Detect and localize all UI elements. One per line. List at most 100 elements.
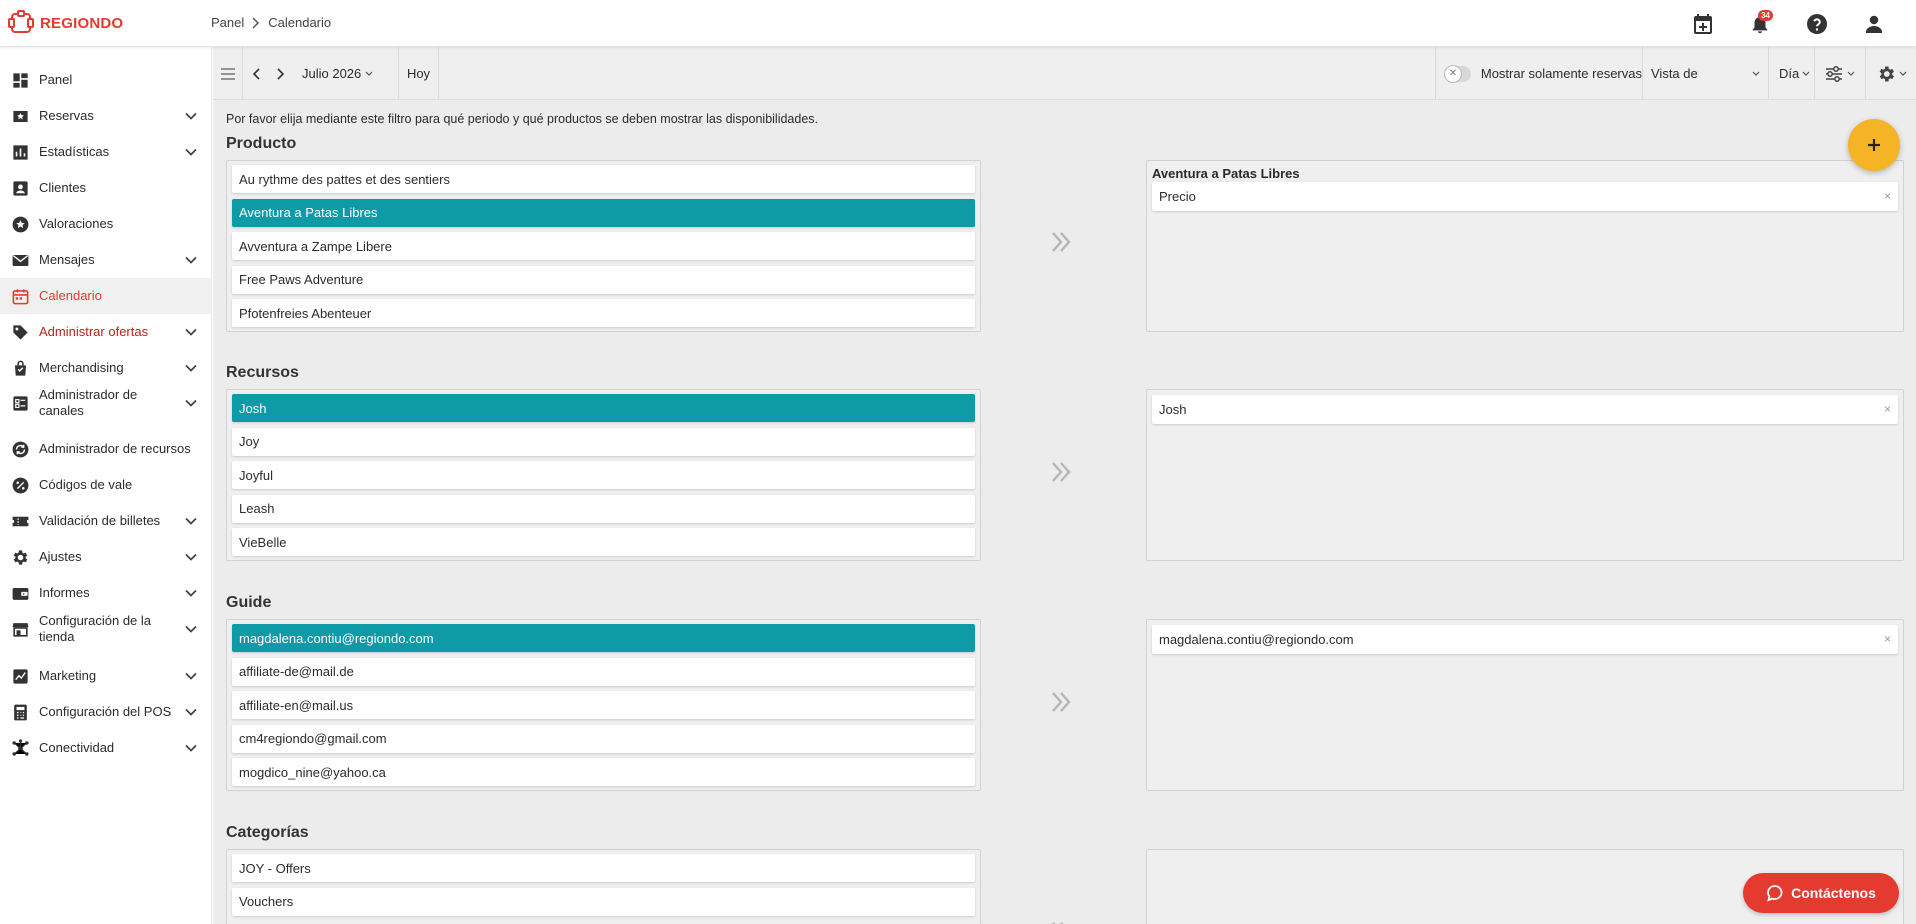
list-item[interactable]: mogdico_nine@yahoo.ca — [232, 758, 975, 786]
recursos-available-list: Josh Joy Joyful Leash VieBelle — [226, 389, 981, 561]
user-icon — [1866, 15, 1882, 33]
user-account-button[interactable] — [1860, 10, 1888, 38]
sidebar-item-estadísticas[interactable]: Estadísticas — [0, 134, 212, 170]
remove-icon[interactable]: × — [1884, 189, 1891, 203]
remove-icon[interactable]: × — [1884, 402, 1891, 416]
sidebar-item-configuración-del-pos[interactable]: Configuración del POS — [0, 694, 212, 730]
calendar-settings-button[interactable] — [1866, 47, 1916, 100]
list-item[interactable]: cm4regiondo@gmail.com — [232, 724, 975, 753]
chevron-down-icon[interactable] — [182, 251, 200, 269]
remove-icon[interactable]: × — [1884, 632, 1891, 646]
mail-icon — [10, 250, 30, 270]
contact-button[interactable]: Contáctenos — [1743, 873, 1899, 913]
sidebar-item-label: Configuración de la tienda — [39, 613, 152, 644]
sidebar-item-panel[interactable]: Panel — [0, 62, 212, 98]
next-month-button[interactable] — [270, 47, 292, 100]
list-item[interactable]: Avventura a Zampe Libere — [232, 232, 975, 260]
sidebar-item-label: Reservas — [39, 108, 94, 123]
chevron-down-icon — [1847, 71, 1855, 76]
chevron-down-icon[interactable] — [182, 107, 200, 125]
day-selector[interactable]: Día — [1769, 47, 1815, 100]
sidebar-item-valoraciones[interactable]: Valoraciones — [0, 206, 212, 242]
add-fab-button[interactable] — [1848, 119, 1900, 171]
section-title-guide: Guide — [226, 594, 272, 611]
list-item[interactable]: magdalena.contiu@regiondo.com — [232, 624, 975, 652]
only-bookings-toggle[interactable]: ✕ Mostrar solamente reservas — [1435, 47, 1643, 100]
sidebar-item-informes[interactable]: Informes — [0, 575, 212, 611]
sidebar-item-administrador-de-canales[interactable]: Administrador de canales — [0, 381, 212, 425]
sidebar-item-reservas[interactable]: Reservas — [0, 98, 212, 134]
breadcrumb-root[interactable]: Panel — [211, 15, 244, 30]
list-item[interactable]: Joy — [232, 427, 975, 456]
list-item[interactable]: affiliate-de@mail.de — [232, 657, 975, 686]
chevron-down-icon[interactable] — [182, 703, 200, 721]
list-item[interactable]: Vouchers — [232, 887, 975, 916]
sidebar-item-códigos-de-vale[interactable]: Códigos de vale — [0, 467, 212, 503]
section-title-categorias: Categorías — [226, 824, 309, 841]
sidebar-item-administrador-de-recursos[interactable]: Administrador de recursos — [0, 431, 212, 467]
double-chevron-right-icon[interactable] — [1048, 229, 1074, 255]
sidebar-item-administrar-ofertas[interactable]: Administrar ofertas — [0, 314, 212, 350]
chevron-down-icon[interactable] — [182, 620, 200, 638]
sidebar-item-clientes[interactable]: Clientes — [0, 170, 212, 206]
list-item[interactable]: Au rythme des pattes et des sentiers — [232, 165, 975, 193]
breadcrumb: Panel Calendario — [211, 15, 331, 30]
selected-item-label: Precio — [1159, 189, 1196, 204]
list-item[interactable]: affiliate-en@mail.us — [232, 691, 975, 719]
menu-toggle-button[interactable] — [213, 47, 243, 100]
prev-month-button[interactable] — [243, 47, 270, 100]
selected-item[interactable]: Precio × — [1152, 182, 1898, 211]
breadcrumb-current: Calendario — [268, 15, 332, 30]
selected-item[interactable]: Josh × — [1152, 395, 1898, 424]
main-content: Julio 2026 Hoy ✕ Mostrar solamente reser… — [213, 47, 1916, 924]
help-button[interactable] — [1803, 10, 1831, 38]
gear-icon — [1879, 66, 1894, 81]
store-icon — [10, 619, 30, 639]
sidebar-item-label: Administrador de recursos — [39, 441, 191, 456]
today-button[interactable]: Hoy — [399, 47, 439, 100]
view-selector[interactable]: Vista de — [1643, 47, 1769, 100]
sidebar-item-marketing[interactable]: Marketing — [0, 658, 212, 694]
month-label: Julio 2026 — [302, 66, 362, 81]
notifications-button[interactable]: 34 — [1746, 10, 1774, 38]
sidebar-item-mensajes[interactable]: Mensajes — [0, 242, 212, 278]
chevron-down-icon[interactable] — [182, 548, 200, 566]
add-calendar-button[interactable] — [1689, 10, 1717, 38]
calendar-add-icon — [1694, 14, 1712, 34]
calendar-icon — [10, 286, 30, 306]
list-item[interactable]: JOY - Offers — [232, 854, 975, 882]
network-icon — [10, 738, 30, 758]
chevron-left-icon — [252, 67, 260, 80]
sidebar-item-conectividad[interactable]: Conectividad — [0, 730, 212, 766]
chevron-down-icon[interactable] — [182, 584, 200, 602]
sidebar-item-configuración-de-la-tienda[interactable]: Configuración de la tienda — [0, 607, 212, 651]
chevron-down-icon[interactable] — [182, 739, 200, 757]
selected-group-header: Aventura a Patas Libres — [1152, 166, 1300, 181]
list-item[interactable]: Aventura a Patas Libres — [232, 198, 975, 227]
list-item[interactable]: Leash — [232, 494, 975, 523]
double-chevron-right-icon[interactable] — [1048, 919, 1074, 924]
filter-settings-button[interactable] — [1815, 47, 1866, 100]
list-item[interactable]: Free Paws Adventure — [232, 265, 975, 294]
list-item[interactable]: VieBelle — [232, 528, 975, 556]
dashboard-icon — [10, 70, 30, 90]
list-item[interactable]: Josh — [232, 394, 975, 422]
list-item[interactable]: Pfotenfreies Abenteuer — [232, 299, 975, 327]
double-chevron-right-icon[interactable] — [1048, 689, 1074, 715]
chevron-down-icon[interactable] — [182, 512, 200, 530]
chevron-down-icon[interactable] — [182, 394, 200, 412]
chevron-down-icon[interactable] — [182, 359, 200, 377]
sidebar-item-calendario[interactable]: Calendario — [0, 278, 212, 314]
chevron-down-icon[interactable] — [182, 667, 200, 685]
toggle-switch[interactable]: ✕ — [1444, 64, 1471, 83]
sidebar-item-label: Conectividad — [39, 740, 115, 755]
chevron-down-icon[interactable] — [182, 143, 200, 161]
list-item[interactable]: Joyful — [232, 461, 975, 489]
chevron-down-icon[interactable] — [182, 323, 200, 341]
sidebar-item-validación-de-billetes[interactable]: Validación de billetes — [0, 503, 212, 539]
selected-item[interactable]: magdalena.contiu@regiondo.com × — [1152, 625, 1898, 654]
logo[interactable]: REGIONDO — [8, 10, 123, 36]
double-chevron-right-icon[interactable] — [1048, 459, 1074, 485]
sidebar-item-ajustes[interactable]: Ajustes — [0, 539, 212, 575]
month-selector[interactable]: Julio 2026 — [292, 47, 399, 100]
